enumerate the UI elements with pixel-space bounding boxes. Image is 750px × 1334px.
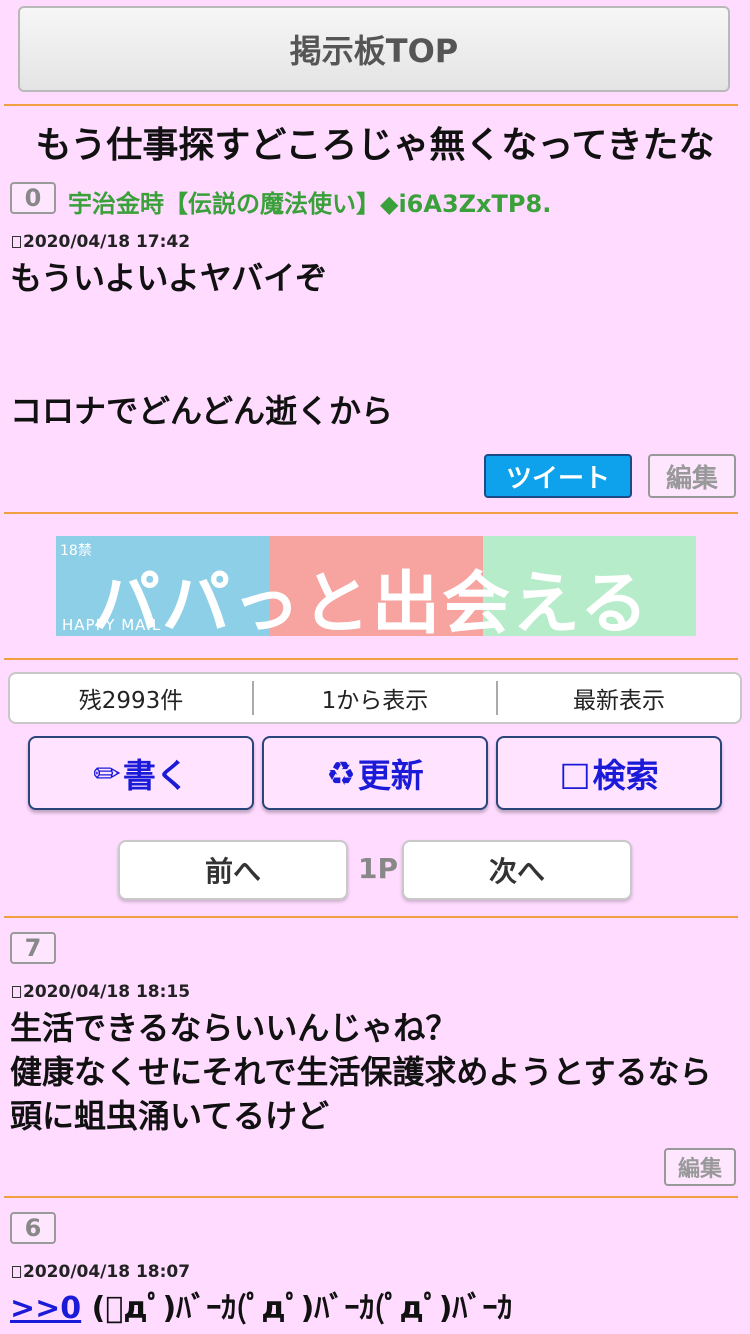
write-button[interactable]: ✏ 書く — [28, 736, 254, 810]
post-date: 2020/04/18 17:42 — [12, 232, 190, 252]
banner-age-label: 18禁 — [60, 543, 92, 559]
post-body-line: >>0 (ﾟдﾟ)ﾊﾞｰｶ(ﾟдﾟ)ﾊﾞｰｶ(ﾟдﾟ)ﾊﾞｰｶ — [10, 1287, 512, 1331]
divider — [4, 1196, 738, 1198]
post-date-text: 2020/04/18 18:07 — [23, 1262, 191, 1282]
refresh-label: 更新 — [357, 756, 424, 795]
divider — [4, 916, 738, 918]
search-label: 検索 — [592, 756, 659, 795]
show-from-first-link[interactable]: 1から表示 — [254, 681, 496, 715]
post-date: 2020/04/18 18:07 — [12, 1262, 190, 1282]
post-author: 宇治金時【伝説の魔法使い】◆i6A3ZxTP8. — [68, 190, 552, 218]
clock-icon — [12, 1266, 21, 1278]
divider — [4, 512, 738, 514]
post-body-line: もういよいよヤバイぞ — [10, 259, 328, 297]
divider — [4, 104, 738, 106]
post-date: 2020/04/18 18:15 — [12, 982, 190, 1002]
post-text: (ﾟдﾟ)ﾊﾞｰｶ(ﾟдﾟ)ﾊﾞｰｶ(ﾟдﾟ)ﾊﾞｰｶ — [91, 1291, 513, 1326]
edit-button[interactable]: 編集 — [648, 454, 736, 498]
post-date-text: 2020/04/18 18:15 — [23, 982, 191, 1002]
recycle-icon: ♻ — [326, 753, 356, 793]
search-icon: □ — [559, 753, 591, 793]
tweet-button[interactable]: ツイート — [484, 454, 632, 498]
pencil-icon: ✏ — [93, 753, 121, 793]
post-number[interactable]: 6 — [10, 1212, 56, 1244]
post-body-line: 頭に蛆虫涌いてるけど — [10, 1097, 330, 1135]
board-top-button[interactable]: 掲示板TOP — [18, 6, 730, 92]
thread-info-bar: 残2993件 1から表示 最新表示 — [8, 672, 742, 724]
post-body-line: 生活できるならいいんじゃね？ — [10, 1009, 458, 1047]
clock-icon — [12, 236, 21, 248]
divider — [4, 658, 738, 660]
banner-catchphrase: パパっと出会える — [92, 565, 650, 636]
clock-icon — [12, 986, 21, 998]
post-body-line: コロナでどんどん逝くから — [10, 392, 394, 430]
thread-title: もう仕事探すどころじゃ無くなってきたな — [35, 125, 715, 166]
remaining-count: 残2993件 — [78, 688, 184, 714]
post-number[interactable]: 7 — [10, 932, 56, 964]
show-latest-link[interactable]: 最新表示 — [498, 681, 740, 715]
next-page-button[interactable]: 次へ — [402, 840, 632, 900]
write-label: 書く — [122, 756, 189, 795]
banner-brand: HAPPY MAIL — [62, 616, 162, 634]
page-number: 1P — [358, 852, 399, 885]
edit-button[interactable]: 編集 — [664, 1148, 736, 1186]
prev-page-button[interactable]: 前へ — [118, 840, 348, 900]
reply-anchor-link[interactable]: >>0 — [10, 1291, 81, 1326]
post-date-text: 2020/04/18 17:42 — [23, 232, 191, 252]
post-body-line: 健康なくせにそれで生活保護求めようとするなら — [10, 1053, 712, 1091]
refresh-button[interactable]: ♻ 更新 — [262, 736, 488, 810]
search-button[interactable]: □ 検索 — [496, 736, 722, 810]
post-number[interactable]: 0 — [10, 182, 56, 214]
ad-banner[interactable]: 18禁 パパっと出会える HAPPY MAIL — [56, 536, 696, 636]
